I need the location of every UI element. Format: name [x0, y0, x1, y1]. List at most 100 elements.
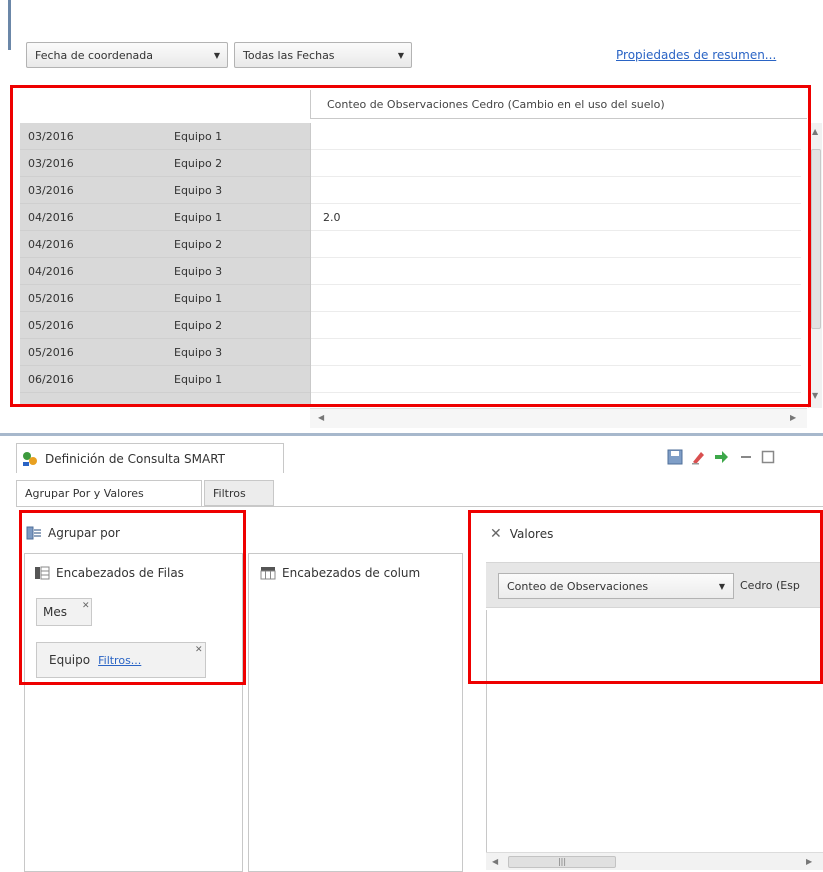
month-cell: 05/2016 [28, 291, 74, 305]
value-cell[interactable] [311, 177, 801, 204]
group-by-label: Agrupar por [48, 526, 120, 540]
scroll-down-icon[interactable]: ▼ [812, 391, 818, 400]
values-title: ✕ Valores [490, 526, 553, 542]
panel-divider [0, 433, 823, 436]
value-cell[interactable] [311, 366, 801, 393]
tab-filters-label: Filtros [213, 486, 246, 500]
month-cell: 06/2016 [28, 372, 74, 386]
date-field-value: Fecha de coordenada [35, 48, 154, 62]
team-cell: Equipo 1 [174, 291, 223, 305]
value-cell[interactable] [311, 150, 801, 177]
month-cell: 04/2016 [28, 210, 74, 224]
row-headers-title: Encabezados de Filas [34, 566, 184, 580]
run-arrow-icon[interactable] [713, 449, 729, 465]
measure-dropdown[interactable]: Conteo de Observaciones ▼ [498, 573, 734, 599]
window-edge [8, 0, 11, 50]
values-horizontal-scrollbar[interactable]: ◀ ||| ▶ [486, 852, 823, 870]
table-row[interactable]: 05/2016 Equipo 2 [20, 312, 310, 339]
remove-icon[interactable]: ✕ [82, 601, 90, 611]
team-cell: Equipo 1 [174, 372, 223, 386]
column-headers-icon [260, 567, 276, 580]
table-row[interactable]: 05/2016 Equipo 1 [20, 285, 310, 312]
team-cell: Equipo 2 [174, 318, 223, 332]
chevron-down-icon: ▼ [718, 581, 726, 591]
panel-title: Definición de Consulta SMART [45, 451, 225, 466]
scrollbar-thumb[interactable] [811, 149, 821, 329]
remove-icon[interactable]: ✕ [195, 645, 203, 655]
scroll-left-icon[interactable]: ◀ [492, 857, 498, 866]
month-cell: 03/2016 [28, 183, 74, 197]
value-cell[interactable] [311, 258, 801, 285]
table-column-header: Conteo de Observaciones Cedro (Cambio en… [310, 90, 807, 119]
column-headers-panel [248, 553, 463, 872]
date-range-value: Todas las Fechas [243, 48, 335, 62]
team-cell: Equipo 1 [174, 129, 223, 143]
table-vertical-scrollbar[interactable]: ▲ ▼ [808, 123, 822, 408]
month-cell: 05/2016 [28, 345, 74, 359]
measure-value: Conteo de Observaciones [507, 579, 649, 593]
month-cell: 03/2016 [28, 129, 74, 143]
team-cell: Equipo 2 [174, 237, 223, 251]
date-field-dropdown[interactable]: Fecha de coordenada ▼ [26, 42, 228, 68]
month-chip[interactable]: Mes ✕ [36, 598, 92, 626]
table-row[interactable]: 03/2016 Equipo 3 [20, 177, 310, 204]
table-row[interactable]: 04/2016 Equipo 1 [20, 204, 310, 231]
values-label: Valores [509, 527, 554, 541]
team-cell: Equipo 1 [174, 210, 223, 224]
summary-properties-link[interactable]: Propiedades de resumen... [616, 48, 776, 62]
value-area: 2.0 [310, 123, 801, 405]
value-cell[interactable]: 2.0 [311, 204, 801, 231]
table-row[interactable]: 03/2016 Equipo 2 [20, 150, 310, 177]
chevron-down-icon: ▼ [213, 50, 221, 60]
scrollbar-thumb[interactable]: ||| [508, 856, 616, 868]
tab-group-by-values-label: Agrupar Por y Valores [25, 487, 144, 500]
group-by-icon [26, 526, 41, 540]
erase-icon[interactable] [690, 449, 706, 465]
row-headers-icon [35, 566, 50, 580]
team-cell: Equipo 2 [174, 156, 223, 170]
values-panel [486, 610, 823, 852]
smart-query-panel-tab[interactable]: Definición de Consulta SMART [16, 443, 284, 473]
scroll-left-icon[interactable]: ◀ [318, 413, 324, 422]
month-chip-label: Mes [43, 605, 67, 619]
minimize-icon[interactable] [738, 449, 754, 465]
table-row[interactable]: 05/2016 Equipo 3 [20, 339, 310, 366]
value-cell[interactable] [311, 285, 801, 312]
scroll-up-icon[interactable]: ▲ [812, 127, 818, 136]
save-icon[interactable] [667, 449, 683, 465]
smart-query-icon [23, 451, 37, 466]
table-row[interactable]: 04/2016 Equipo 3 [20, 258, 310, 285]
species-value: Cedro (Esp [740, 579, 800, 592]
month-cell: 05/2016 [28, 318, 74, 332]
tab-group-by-values[interactable]: Agrupar Por y Valores [16, 480, 202, 506]
team-cell: Equipo 3 [174, 183, 223, 197]
date-range-dropdown[interactable]: Todas las Fechas ▼ [234, 42, 412, 68]
table-row[interactable]: 04/2016 Equipo 2 [20, 231, 310, 258]
scroll-right-icon[interactable]: ▶ [790, 413, 796, 422]
value-cell[interactable] [311, 123, 801, 150]
month-cell: 03/2016 [28, 156, 74, 170]
value-cell[interactable] [311, 231, 801, 258]
tab-filters[interactable]: Filtros [204, 480, 274, 506]
values-x-icon: ✕ [490, 526, 502, 542]
team-filter-link[interactable]: Filtros... [98, 654, 141, 667]
row-headers-label: Encabezados de Filas [56, 566, 184, 580]
team-cell: Equipo 3 [174, 264, 223, 278]
maximize-icon[interactable] [760, 449, 776, 465]
column-headers-title: Encabezados de colum [260, 566, 420, 580]
team-cell: Equipo 3 [174, 345, 223, 359]
month-cell: 04/2016 [28, 237, 74, 251]
month-cell: 04/2016 [28, 264, 74, 278]
group-by-title: Agrupar por [26, 526, 120, 540]
row-header-area: 03/2016 Equipo 1 03/2016 Equipo 2 03/2016 Equ… [20, 123, 310, 405]
team-chip[interactable]: Equipo Filtros... ✕ [36, 642, 206, 678]
team-chip-label: Equipo [49, 653, 91, 667]
value-cell[interactable] [311, 339, 801, 366]
column-headers-label: Encabezados de colum [282, 566, 421, 580]
scroll-right-icon[interactable]: ▶ [806, 857, 812, 866]
table-row[interactable]: 06/2016 Equipo 1 [20, 366, 310, 393]
value-cell[interactable] [311, 312, 801, 339]
table-row[interactable]: 03/2016 Equipo 1 [20, 123, 310, 150]
table-horizontal-scrollbar[interactable]: ◀ ▶ [310, 408, 807, 428]
chevron-down-icon: ▼ [397, 50, 405, 60]
